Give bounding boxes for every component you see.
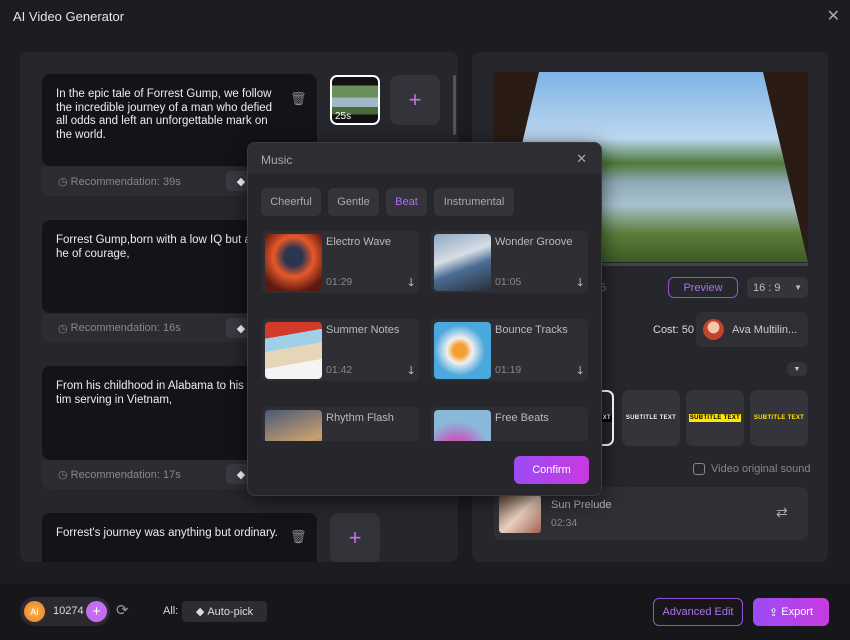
export-label: Export [781, 606, 814, 618]
subtitle-style[interactable]: SUBTITLE TEXT [622, 390, 680, 446]
clock-icon: ◷ [58, 322, 71, 335]
script-text: From his childhood in Alabama to his tim… [56, 380, 244, 406]
music-name: Sun Prelude [551, 499, 612, 511]
track-thumbnail [434, 234, 491, 291]
download-icon[interactable]: 🡓 [408, 274, 414, 293]
track-card[interactable]: Free Beats [431, 407, 588, 441]
download-icon[interactable]: 🡓 [577, 362, 583, 381]
track-name: Bounce Tracks [495, 324, 568, 336]
preview-button[interactable]: Preview [668, 277, 738, 298]
track-card[interactable]: Wonder Groove 01:05 🡓 [431, 231, 588, 293]
music-thumbnail [499, 495, 541, 533]
clip-thumbnail[interactable]: 25s [330, 75, 380, 125]
recommendation-text: Recommendation: 39s [70, 175, 181, 188]
script-textarea[interactable]: Forrest's journey was anything but ordin… [42, 513, 317, 562]
confirm-button[interactable]: Confirm [514, 456, 589, 484]
subtitle-style[interactable]: SUBTITLE TEXT [686, 390, 744, 446]
track-card[interactable]: Bounce Tracks 01:19 🡓 [431, 319, 588, 381]
clock-icon: ◷ [58, 469, 71, 481]
dialog-title: Music [261, 153, 293, 167]
subtitle-style[interactable]: SUBTITLE TEXT [750, 390, 808, 446]
auto-pick-button[interactable]: ◆ Auto-pick [182, 601, 267, 622]
avatar [703, 319, 724, 340]
close-icon[interactable]: ✕ [827, 6, 840, 26]
script-text: In the epic tale of Forrest Gump, we fol… [56, 88, 273, 141]
ai-credits-icon: AI [24, 601, 45, 622]
cost-label: Cost: 50 [653, 324, 694, 336]
refresh-icon[interactable]: ⟳ [116, 601, 129, 619]
frame-right [763, 72, 808, 262]
tab-beat[interactable]: Beat [386, 188, 427, 216]
track-duration: 01:05 [495, 276, 522, 288]
video-original-sound-checkbox[interactable] [693, 463, 705, 475]
track-list[interactable]: Electro Wave 01:29 🡓 Wonder Groove 01:05 🡓 S… [248, 230, 601, 441]
track-duration: 01:42 [326, 364, 353, 376]
script-text: Forrest Gump,born with a low IQ but a he… [56, 234, 251, 260]
video-original-sound-label: Video original sound [711, 463, 811, 475]
add-credits-button[interactable]: + [86, 601, 107, 622]
track-card[interactable]: Summer Notes 01:42 🡓 [262, 319, 419, 381]
tab-cheerful[interactable]: Cheerful [261, 188, 321, 216]
track-name: Wonder Groove [495, 236, 573, 248]
track-duration: 01:19 [495, 364, 522, 376]
track-card[interactable]: Electro Wave 01:29 🡓 [262, 231, 419, 293]
subtitle-sample: SUBTITLE TEXT [625, 415, 677, 421]
close-icon[interactable]: ✕ [576, 151, 587, 167]
chevron-down-icon: ▼ [794, 283, 802, 292]
track-name: Free Beats [495, 412, 549, 424]
track-thumbnail [265, 234, 322, 291]
scrollbar[interactable] [453, 75, 456, 135]
window-title: AI Video Generator [13, 9, 125, 24]
music-dialog: Music ✕ Cheerful Gentle Beat Instrumental… [247, 142, 602, 496]
recommendation-text: Recommendation: 16s [70, 322, 181, 334]
subtitle-sample: SUBTITLE TEXT [753, 415, 805, 421]
dialog-header: Music ✕ [248, 143, 601, 174]
aspect-ratio-select[interactable]: 16 : 9 ▼ [747, 277, 808, 298]
aspect-ratio-value: 16 : 9 [753, 281, 781, 294]
add-clip-button[interactable]: + [330, 513, 380, 562]
voice-name: Ava Multilin... [732, 323, 798, 336]
clock-icon: ◷ [58, 176, 71, 188]
all-label: All: [163, 605, 179, 617]
subtitle-sample: XT [601, 414, 612, 422]
track-duration: 01:29 [326, 276, 353, 288]
script-text: Forrest's journey was anything but ordin… [56, 527, 278, 539]
voice-select[interactable]: Ava Multilin... [696, 312, 808, 347]
track-thumbnail [265, 322, 322, 379]
swap-icon[interactable]: ⇄ [776, 504, 788, 521]
clip-duration: 25s [335, 111, 352, 122]
export-button[interactable]: ⇪ Export [753, 598, 829, 626]
subtitle-sample: SUBTITLE TEXT [688, 414, 742, 422]
track-thumbnail [434, 322, 491, 379]
auto-pick-icon: ◆ [195, 606, 208, 618]
download-icon[interactable]: 🡓 [408, 362, 414, 381]
track-thumbnail [265, 410, 322, 441]
style-dropdown[interactable]: ▼ [787, 362, 807, 376]
track-name: Summer Notes [326, 324, 400, 336]
track-name: Electro Wave [326, 236, 392, 248]
tab-instrumental[interactable]: Instrumental [434, 188, 514, 216]
tab-gentle[interactable]: Gentle [328, 188, 379, 216]
track-thumbnail [434, 410, 491, 441]
advanced-edit-button[interactable]: Advanced Edit [653, 598, 743, 626]
track-card[interactable]: Rhythm Flash [262, 407, 419, 441]
trash-icon[interactable]: 🗑 [290, 91, 307, 107]
auto-pick-label: Auto-pick [207, 605, 254, 618]
add-clip-button[interactable]: + [390, 75, 440, 125]
track-name: Rhythm Flash [326, 412, 394, 424]
recommendation-text: Recommendation: 17s [70, 468, 181, 481]
export-icon: ⇪ [768, 606, 782, 619]
music-duration: 02:34 [551, 517, 578, 529]
download-icon[interactable]: 🡓 [577, 274, 583, 293]
credits-count: 10274 [53, 605, 84, 617]
trash-icon[interactable]: 🗑 [290, 529, 307, 545]
